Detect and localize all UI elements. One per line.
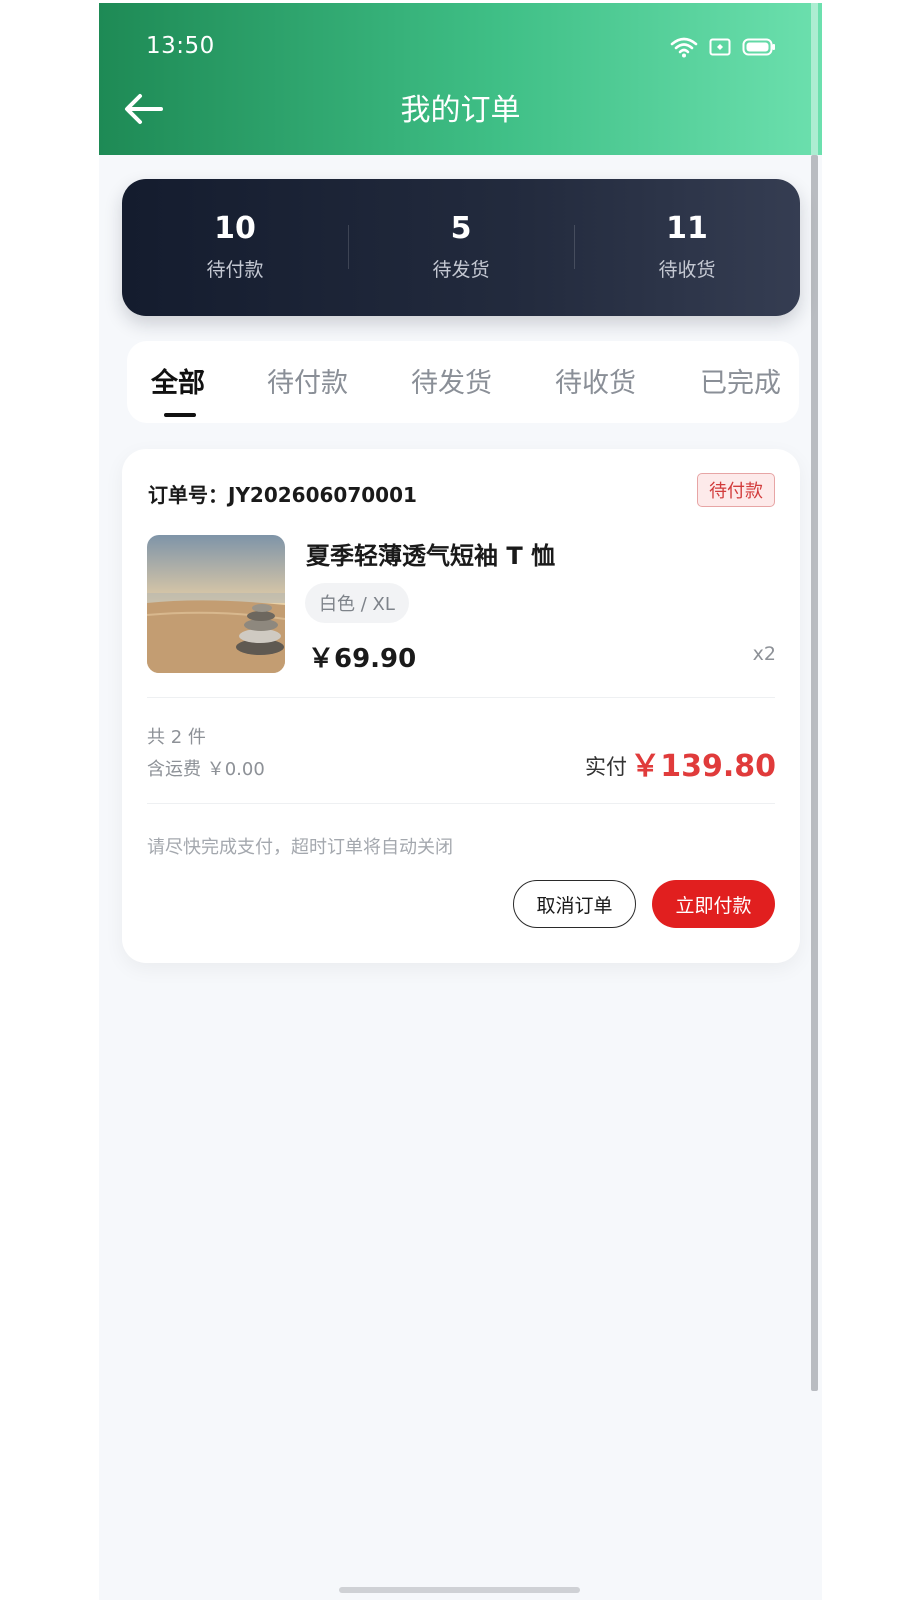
phone-screen: 13:50 我的订单 10 待付款 5 待发货 11 待收货 全部 待付款 待发… xyxy=(99,3,822,1600)
product-name[interactable]: 夏季轻薄透气短袖 T 恤 xyxy=(306,536,555,571)
order-stats-card: 10 待付款 5 待发货 11 待收货 xyxy=(122,179,800,316)
tab-pending-payment[interactable]: 待付款 xyxy=(267,361,348,400)
product-price: ￥69.90 xyxy=(308,644,417,674)
tab-active-indicator xyxy=(164,413,196,417)
tab-pending-receipt[interactable]: 待收货 xyxy=(555,361,636,400)
product-quantity: x2 xyxy=(752,643,776,665)
home-indicator[interactable] xyxy=(339,1587,580,1593)
stat-count: 10 xyxy=(214,211,256,246)
stat-label: 待发货 xyxy=(432,259,490,281)
status-time: 13:50 xyxy=(146,33,215,59)
shipping-fee: 含运费 ￥0.00 xyxy=(147,759,265,780)
pay-now-button[interactable]: 立即付款 xyxy=(652,880,775,928)
order-number: 订单号：JY202606070001 xyxy=(148,483,417,507)
product-thumbnail[interactable] xyxy=(147,535,285,673)
tab-completed[interactable]: 已完成 xyxy=(700,361,781,400)
payment-notice: 请尽快完成支付，超时订单将自动关闭 xyxy=(147,837,453,858)
app-header: 13:50 我的订单 xyxy=(99,3,822,155)
stat-label: 待付款 xyxy=(206,259,264,281)
stat-count: 11 xyxy=(666,211,708,246)
tab-pending-shipment[interactable]: 待发货 xyxy=(411,361,492,400)
stat-pending-shipment[interactable]: 5 待发货 xyxy=(348,179,574,316)
battery-icon xyxy=(742,38,776,60)
sim-icon xyxy=(709,38,731,60)
stat-count: 5 xyxy=(450,211,472,246)
stat-divider xyxy=(348,225,349,269)
status-icons xyxy=(670,36,776,62)
scrollbar[interactable] xyxy=(811,155,818,1391)
page-title: 我的订单 xyxy=(400,93,521,128)
product-sku: 白色 / XL xyxy=(305,583,409,623)
stat-pending-payment[interactable]: 10 待付款 xyxy=(122,179,348,316)
stat-divider xyxy=(574,225,575,269)
stat-pending-receipt[interactable]: 11 待收货 xyxy=(574,179,800,316)
divider xyxy=(147,803,775,804)
status-badge: 待付款 xyxy=(697,473,775,507)
stat-label: 待收货 xyxy=(658,259,716,281)
tab-all[interactable]: 全部 xyxy=(151,361,205,400)
order-card[interactable]: 订单号：JY202606070001 待付款 夏季轻薄透气短袖 T 恤 白色 /… xyxy=(122,449,800,963)
scrollbar-track-top xyxy=(811,3,818,155)
paid-label: 实付 xyxy=(585,755,627,779)
order-tabs: 全部 待付款 待发货 待收货 已完成 xyxy=(127,341,799,423)
cancel-order-button[interactable]: 取消订单 xyxy=(513,880,636,928)
divider xyxy=(147,697,775,698)
item-count: 共 2 件 xyxy=(147,727,206,748)
wifi-icon xyxy=(670,36,698,62)
paid-amount: ￥139.80 xyxy=(630,749,776,784)
